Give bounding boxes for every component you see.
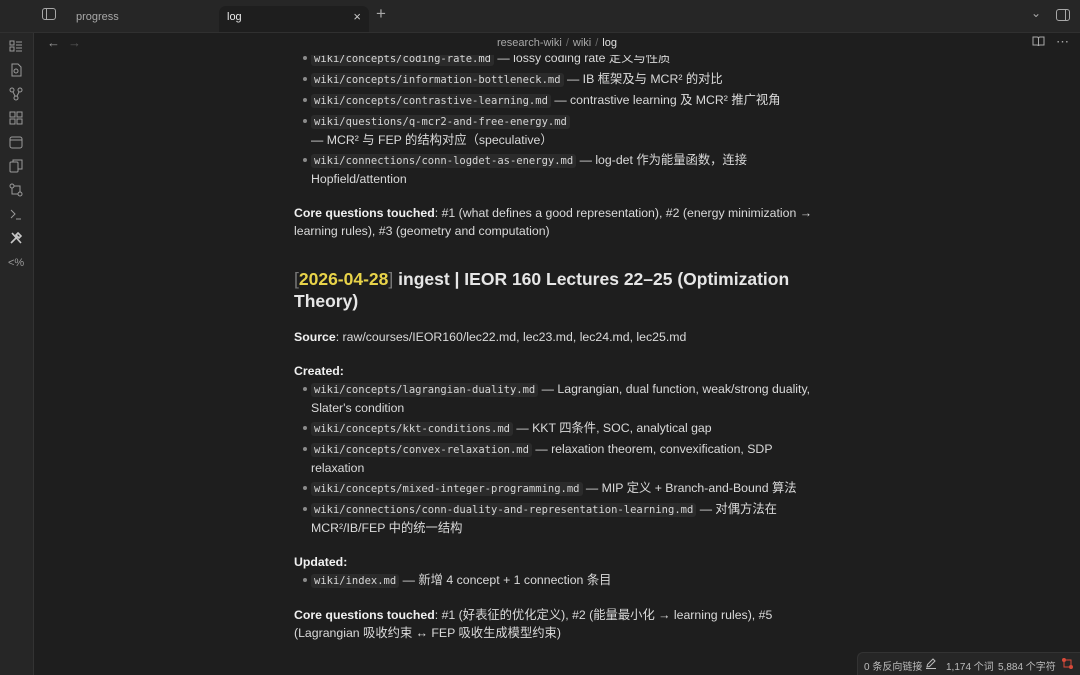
list-item: wiki/concepts/coding-rate.md — lossy cod… bbox=[294, 55, 814, 68]
core-questions-label: Core questions touched bbox=[294, 608, 435, 622]
sync-status-icon[interactable] bbox=[1061, 657, 1074, 673]
breadcrumb-file[interactable]: log bbox=[602, 37, 617, 49]
core-questions-paragraph: Core questions touched: #1 (what defines… bbox=[294, 204, 814, 240]
breadcrumb-separator: / bbox=[595, 37, 599, 49]
breadcrumb-separator: / bbox=[565, 37, 569, 49]
file-path[interactable]: wiki/concepts/lagrangian-duality.md bbox=[311, 383, 539, 397]
item-description: — IB 框架及与 MCR² 的对比 bbox=[563, 72, 723, 86]
item-description: — contrastive learning 及 MCR² 推广视角 bbox=[550, 93, 781, 107]
entry-date: 2026-04-28 bbox=[298, 269, 389, 289]
copy-icon[interactable] bbox=[8, 159, 24, 175]
source-text: : raw/courses/IEOR160/lec22.md, lec23.md… bbox=[335, 330, 687, 344]
file-path[interactable]: wiki/connections/conn-duality-and-repres… bbox=[311, 503, 697, 517]
core-questions-paragraph: Core questions touched: #1 (好表征的优化定义), #… bbox=[294, 606, 814, 642]
document-search-icon[interactable] bbox=[8, 63, 24, 79]
breadcrumb: research-wiki / wiki / log bbox=[34, 37, 1080, 49]
list-item: wiki/concepts/convex-relaxation.md — rel… bbox=[294, 440, 814, 477]
breadcrumb-folder[interactable]: wiki bbox=[573, 37, 591, 49]
pencil-icon[interactable] bbox=[925, 657, 937, 672]
left-ribbon: <% bbox=[0, 33, 34, 675]
more-options-icon[interactable]: ⋯ bbox=[1056, 34, 1070, 50]
item-description: — KKT 四条件, SOC, analytical gap bbox=[512, 421, 712, 435]
graph-icon[interactable] bbox=[8, 87, 24, 103]
file-path[interactable]: wiki/concepts/convex-relaxation.md bbox=[311, 443, 532, 457]
prev-entry-list: wiki/concepts/coding-rate.md — lossy cod… bbox=[294, 55, 814, 188]
list-item: wiki/concepts/mixed-integer-programming.… bbox=[294, 479, 814, 498]
status-bar: 0 条反向链接 1,174 个词 5,884 个字符 bbox=[857, 652, 1080, 675]
list-item: wiki/connections/conn-logdet-as-energy.m… bbox=[294, 151, 814, 188]
created-heading: Created: bbox=[294, 364, 344, 378]
list-item: wiki/questions/q-mcr2-and-free-energy.md… bbox=[294, 112, 814, 149]
file-path[interactable]: wiki/questions/q-mcr2-and-free-energy.md bbox=[311, 115, 570, 129]
close-icon[interactable]: × bbox=[353, 6, 361, 28]
calendar-icon[interactable] bbox=[8, 135, 24, 151]
entry-heading: [2026-04-28] ingest | IEOR 160 Lectures … bbox=[294, 268, 814, 312]
book-open-icon[interactable] bbox=[1032, 36, 1045, 50]
list-item: wiki/concepts/information-bottleneck.md … bbox=[294, 70, 814, 89]
list-item: wiki/index.md — 新增 4 concept + 1 connect… bbox=[294, 571, 814, 590]
file-path[interactable]: wiki/concepts/contrastive-learning.md bbox=[311, 94, 551, 108]
tab-label: log bbox=[227, 11, 242, 23]
percent-code-icon[interactable]: <% bbox=[8, 255, 24, 271]
created-label: Created bbox=[294, 364, 340, 378]
updated-list: wiki/index.md — 新增 4 concept + 1 connect… bbox=[294, 571, 814, 590]
tab-progress[interactable]: progress bbox=[66, 6, 216, 32]
updated-label: Updated bbox=[294, 555, 344, 569]
file-path[interactable]: wiki/concepts/coding-rate.md bbox=[311, 55, 495, 66]
note-content: wiki/concepts/coding-rate.md — lossy cod… bbox=[294, 55, 814, 650]
left-sidebar-toggle-icon[interactable] bbox=[42, 8, 56, 20]
tab-label: progress bbox=[76, 11, 119, 23]
backlinks-count[interactable]: 0 条反向链接 bbox=[864, 658, 922, 673]
chevron-down-icon[interactable]: ⌄ bbox=[1031, 6, 1041, 20]
file-path[interactable]: wiki/concepts/information-bottleneck.md bbox=[311, 73, 564, 87]
sync-icon[interactable] bbox=[8, 183, 24, 199]
item-description: — MCR² 与 FEP 的结构对应（speculative） bbox=[311, 133, 553, 147]
list-item: wiki/concepts/contrastive-learning.md — … bbox=[294, 91, 814, 110]
terminal-icon[interactable] bbox=[8, 207, 24, 223]
item-description: — 新增 4 concept + 1 connection 条目 bbox=[399, 573, 612, 587]
right-sidebar-toggle-icon[interactable] bbox=[1056, 9, 1070, 21]
view-header: ← → research-wiki / wiki / log ⋯ bbox=[34, 33, 1080, 55]
list-item: wiki/connections/conn-duality-and-repres… bbox=[294, 500, 814, 537]
canvas-icon[interactable] bbox=[8, 111, 24, 127]
created-list: wiki/concepts/lagrangian-duality.md — La… bbox=[294, 380, 814, 537]
breadcrumb-vault[interactable]: research-wiki bbox=[497, 37, 562, 49]
word-count: 1,174 个词 bbox=[946, 662, 994, 673]
new-tab-icon[interactable]: + bbox=[376, 4, 386, 24]
file-path[interactable]: wiki/index.md bbox=[311, 574, 400, 588]
char-count: 5,884 个字符 bbox=[998, 662, 1056, 673]
tools-icon[interactable] bbox=[8, 231, 24, 247]
tab-log[interactable]: log × bbox=[219, 6, 369, 32]
item-description: — MIP 定义 + Branch-and-Bound 算法 bbox=[582, 481, 797, 495]
file-path[interactable]: wiki/concepts/mixed-integer-programming.… bbox=[311, 482, 583, 496]
updated-heading: Updated: bbox=[294, 555, 348, 569]
list-item: wiki/concepts/kkt-conditions.md — KKT 四条… bbox=[294, 419, 814, 438]
source-label: Source bbox=[294, 330, 336, 344]
file-path[interactable]: wiki/connections/conn-logdet-as-energy.m… bbox=[311, 154, 577, 168]
tab-bar: progress log × + ⌄ bbox=[0, 0, 1080, 33]
list-item: wiki/concepts/lagrangian-duality.md — La… bbox=[294, 380, 814, 417]
file-path[interactable]: wiki/concepts/kkt-conditions.md bbox=[311, 422, 513, 436]
item-description: — lossy coding rate 定义与性质 bbox=[494, 55, 671, 65]
files-icon[interactable] bbox=[8, 39, 24, 55]
source-paragraph: Source: raw/courses/IEOR160/lec22.md, le… bbox=[294, 328, 814, 346]
core-questions-label: Core questions touched bbox=[294, 206, 435, 220]
